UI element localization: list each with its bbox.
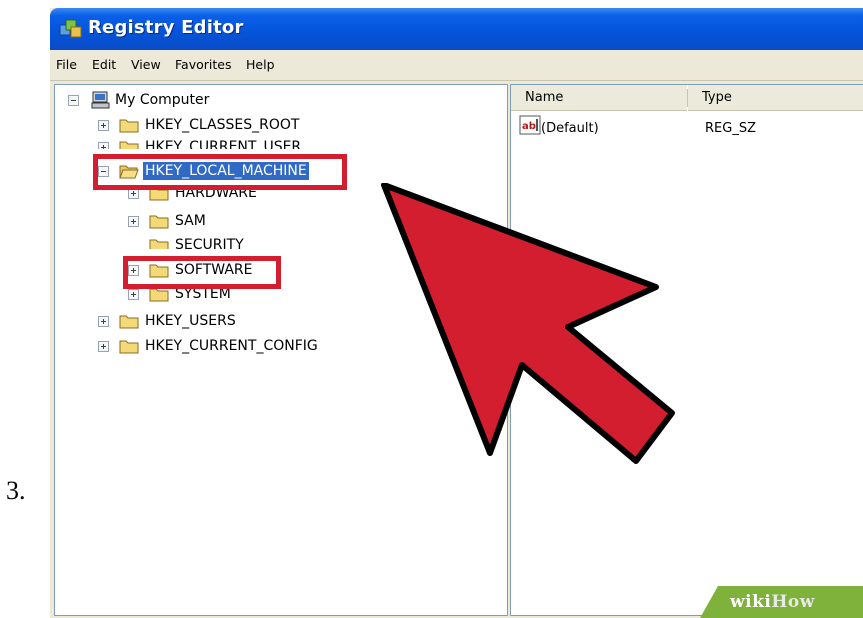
folder-icon	[149, 215, 169, 229]
folder-icon	[119, 340, 139, 354]
step-number: 3.	[6, 476, 26, 505]
folder-icon	[119, 141, 139, 149]
menu-favorites[interactable]: Favorites	[175, 57, 231, 72]
tree-label: HKEY_CLASSES_ROOT	[145, 117, 300, 133]
value-name: (Default)	[541, 121, 599, 136]
red-arrow-annotation	[381, 183, 675, 464]
value-row[interactable]: ab (Default) REG_SZ	[519, 115, 859, 141]
menu-bar: File Edit View Favorites Help	[50, 50, 863, 81]
wikihow-watermark: wikiHow	[730, 592, 815, 612]
expand-icon[interactable]	[128, 289, 139, 300]
tree-item-hkey-current-user[interactable]: HKEY_CURRENT_USER	[55, 137, 495, 149]
window-title: Registry Editor	[88, 17, 244, 38]
highlight-software	[123, 256, 281, 289]
regedit-icon	[59, 19, 82, 38]
title-bar[interactable]: Registry Editor	[50, 8, 863, 50]
column-label: Name	[525, 90, 564, 105]
highlight-hkey-local-machine	[93, 154, 347, 190]
tree-item-hkey-classes-root[interactable]: HKEY_CLASSES_ROOT	[55, 115, 495, 137]
column-label: Type	[702, 90, 732, 105]
tree-label: SAM	[175, 213, 206, 229]
column-header-type[interactable]: Type	[688, 85, 863, 111]
watermark-how: How	[771, 592, 815, 612]
expand-icon[interactable]	[128, 216, 139, 227]
menu-edit[interactable]: Edit	[92, 57, 116, 72]
menu-help[interactable]: Help	[246, 57, 275, 72]
folder-icon	[119, 315, 139, 329]
tree-label: My Computer	[115, 92, 210, 108]
column-header-name[interactable]: Name	[511, 85, 687, 111]
menu-file[interactable]: File	[56, 57, 77, 72]
expand-icon[interactable]	[98, 341, 109, 352]
tree-item-my-computer[interactable]: My Computer	[55, 90, 495, 112]
menu-view[interactable]: View	[131, 57, 161, 72]
folder-icon	[149, 239, 169, 249]
value-type: REG_SZ	[705, 121, 756, 136]
tree-label: HKEY_CURRENT_CONFIG	[145, 338, 318, 354]
svg-text:ab: ab	[522, 121, 536, 132]
computer-icon	[91, 91, 110, 109]
folder-icon	[149, 189, 169, 201]
tree-label: HKEY_CURRENT_USER	[145, 139, 302, 149]
string-value-icon: ab	[519, 115, 541, 135]
watermark-wiki: wiki	[730, 592, 772, 612]
registry-editor-window: Registry Editor File Edit View Favorites…	[50, 8, 863, 618]
expand-icon[interactable]	[98, 142, 109, 149]
tree-label: HARDWARE	[175, 189, 257, 201]
tree-label: SYSTEM	[175, 288, 231, 302]
tree-label: HKEY_USERS	[145, 313, 236, 329]
expand-icon[interactable]	[98, 316, 109, 327]
tree-label: SECURITY	[175, 237, 244, 249]
folder-icon	[119, 119, 139, 133]
collapse-icon[interactable]	[68, 95, 79, 106]
expand-icon[interactable]	[128, 189, 139, 199]
expand-icon[interactable]	[98, 120, 109, 131]
folder-icon	[149, 288, 169, 302]
